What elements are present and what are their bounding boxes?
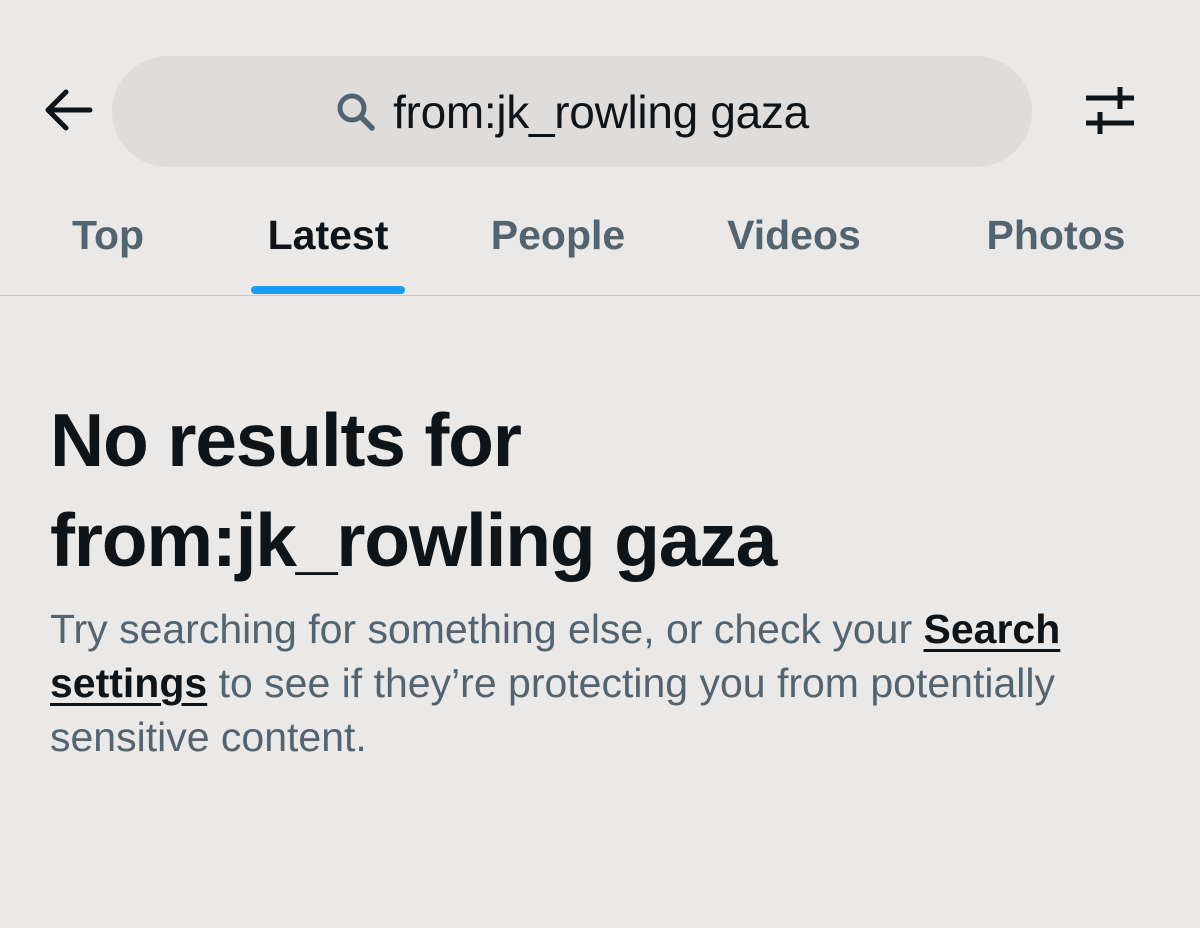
tab-latest[interactable]: Latest [240, 190, 416, 294]
tab-label: Photos [986, 212, 1126, 258]
tab-people[interactable]: People [468, 190, 648, 294]
search-icon [335, 91, 377, 133]
active-tab-indicator [251, 286, 405, 294]
search-filters-button[interactable] [1072, 80, 1148, 146]
search-tabs: Top Latest People Videos Photos [0, 190, 1200, 296]
tab-label: Top [71, 212, 145, 258]
search-input[interactable]: from:jk_rowling gaza [112, 56, 1032, 167]
tab-label: Latest [267, 212, 389, 258]
search-query: from:jk_rowling gaza [393, 85, 809, 138]
top-bar: from:jk_rowling gaza [0, 0, 1200, 190]
arrow-left-icon [42, 88, 94, 137]
empty-state-desc-before: Try searching for something else, or che… [50, 606, 924, 652]
empty-state-description: Try searching for something else, or che… [50, 602, 1150, 764]
tab-videos[interactable]: Videos [702, 190, 886, 294]
empty-state-title-line2: from:jk_rowling gaza [50, 498, 777, 582]
tab-label: People [490, 212, 626, 258]
tab-label: Videos [727, 212, 861, 258]
tab-photos[interactable]: Photos [964, 190, 1148, 294]
empty-state-title: No results for from:jk_rowling gaza [50, 390, 1160, 590]
tab-top[interactable]: Top [30, 190, 186, 294]
empty-state-title-line1: No results for [50, 398, 522, 482]
empty-state: No results for from:jk_rowling gaza Try … [50, 390, 1160, 764]
sliders-icon [1083, 84, 1137, 143]
back-button[interactable] [30, 76, 106, 148]
search-results-screen: from:jk_rowling gaza Top Latest People V… [0, 0, 1200, 928]
